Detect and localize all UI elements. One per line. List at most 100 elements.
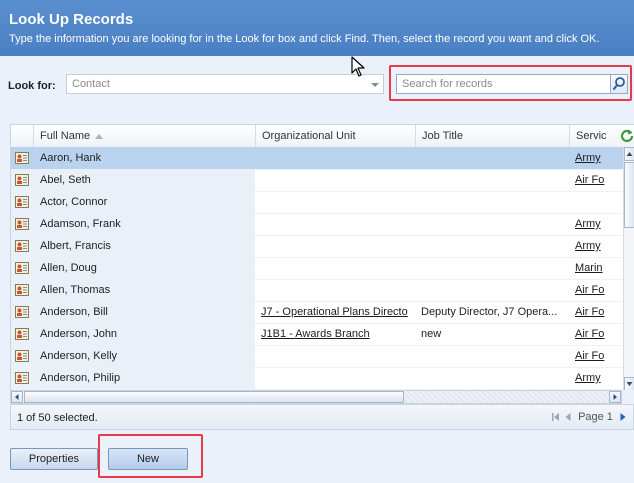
- cell-org-unit: [255, 235, 415, 257]
- search-button[interactable]: [610, 74, 628, 94]
- dialog-title: Look Up Records: [9, 11, 134, 28]
- table-row[interactable]: Allen, Doug Marin: [11, 257, 623, 280]
- table-row[interactable]: Anderson, Bill J7 - Operational Plans Dir…: [11, 301, 623, 324]
- column-header-full-name[interactable]: Full Name: [33, 125, 255, 147]
- table-row[interactable]: Anderson, Kelly Air Fo: [11, 345, 623, 368]
- row-icon-cell: [11, 169, 33, 191]
- cell-org-unit: [255, 279, 415, 301]
- row-icon-cell: [11, 191, 33, 213]
- cell-job-title: [415, 169, 569, 191]
- cell-full-name: Aaron, Hank: [33, 147, 255, 169]
- cell-job-title: [415, 345, 569, 367]
- scroll-left-button[interactable]: [11, 391, 23, 403]
- cell-job-title: [415, 213, 569, 235]
- table-row[interactable]: Actor, Connor: [11, 191, 623, 214]
- cell-service[interactable]: Army: [569, 147, 623, 169]
- cell-org-unit: [255, 345, 415, 367]
- chevron-down-icon: [626, 382, 633, 386]
- row-icon-cell: [11, 147, 33, 169]
- cell-org-unit: [255, 147, 415, 169]
- cell-full-name: Allen, Doug: [33, 257, 255, 279]
- column-header-service[interactable]: Servic: [569, 125, 621, 147]
- cell-service[interactable]: Air Fo: [569, 279, 623, 301]
- lookfor-select[interactable]: Contact: [66, 74, 384, 94]
- vertical-scrollbar[interactable]: [623, 147, 634, 390]
- cell-service[interactable]: Army: [569, 367, 623, 389]
- next-page-icon[interactable]: [619, 411, 627, 423]
- table-row[interactable]: Anderson, John J1B1 - Awards Branch new Air…: [11, 323, 623, 346]
- horizontal-scroll-thumb[interactable]: [24, 391, 404, 403]
- dialog-instructions: Type the information you are looking for…: [9, 33, 600, 45]
- chevron-down-icon[interactable]: [371, 83, 379, 87]
- column-header-org-unit[interactable]: Organizational Unit: [255, 125, 415, 147]
- cell-org-unit[interactable]: J7 - Operational Plans Directo: [255, 301, 415, 323]
- properties-button[interactable]: Properties: [10, 448, 98, 470]
- lookfor-value: Contact: [72, 78, 110, 90]
- prev-page-icon[interactable]: [564, 411, 572, 423]
- cell-org-unit: [255, 213, 415, 235]
- lookup-dialog: Look Up Records Type the information you…: [0, 0, 634, 483]
- horizontal-scroll-track[interactable]: [404, 391, 610, 403]
- cell-service[interactable]: Air Fo: [569, 169, 623, 191]
- selection-count: 1 of 50 selected.: [17, 412, 98, 424]
- cell-full-name: Albert, Francis: [33, 235, 255, 257]
- cell-org-unit: [255, 191, 415, 213]
- column-header-job-title[interactable]: Job Title: [415, 125, 569, 147]
- cell-service[interactable]: Army: [569, 213, 623, 235]
- cell-job-title: [415, 367, 569, 389]
- column-header-label: Full Name: [40, 130, 91, 142]
- status-bar: 1 of 50 selected. Page 1: [10, 404, 634, 430]
- refresh-icon[interactable]: [620, 128, 634, 142]
- cell-full-name: Anderson, John: [33, 323, 255, 345]
- table-row[interactable]: Abel, Seth Air Fo: [11, 169, 623, 192]
- table-row[interactable]: Adamson, Frank Army: [11, 213, 623, 236]
- row-icon-cell: [11, 257, 33, 279]
- cell-job-title: Deputy Director, J7 Opera...: [421, 306, 558, 318]
- cell-full-name: Allen, Thomas: [33, 279, 255, 301]
- contact-card-icon: [15, 240, 29, 252]
- records-grid: Full Name Organizational Unit Job Title …: [10, 124, 634, 390]
- table-row[interactable]: Albert, Francis Army: [11, 235, 623, 258]
- scroll-right-button[interactable]: [609, 391, 621, 403]
- cell-service[interactable]: Air Fo: [569, 345, 623, 367]
- cell-job-title: [415, 147, 569, 169]
- cell-service[interactable]: Air Fo: [569, 301, 623, 323]
- cell-full-name: Anderson, Bill: [33, 301, 255, 323]
- grid-header: Full Name Organizational Unit Job Title …: [11, 125, 634, 148]
- table-row[interactable]: Aaron, Hank Army: [11, 147, 623, 170]
- cell-job-title: [415, 235, 569, 257]
- cell-full-name: Adamson, Frank: [33, 213, 255, 235]
- contact-card-icon: [15, 196, 29, 208]
- cell-service[interactable]: Marin: [569, 257, 623, 279]
- row-icon-cell: [11, 323, 33, 345]
- search-input[interactable]: [396, 74, 611, 94]
- cell-full-name: Anderson, Philip: [33, 367, 255, 389]
- vertical-scroll-thumb[interactable]: [624, 162, 634, 228]
- new-highlight-annotation: [98, 434, 203, 478]
- horizontal-scrollbar[interactable]: [10, 390, 622, 404]
- contact-card-icon: [15, 284, 29, 296]
- chevron-right-icon: [613, 394, 617, 400]
- cell-org-unit[interactable]: J1B1 - Awards Branch: [255, 323, 415, 345]
- cell-service[interactable]: Army: [569, 235, 623, 257]
- cell-org-unit: [255, 367, 415, 389]
- table-row[interactable]: Anderson, Philip Army: [11, 367, 623, 390]
- contact-card-icon: [15, 218, 29, 230]
- row-icon-cell: [11, 301, 33, 323]
- cell-job-title: [415, 279, 569, 301]
- contact-card-icon: [15, 174, 29, 186]
- cell-service[interactable]: Air Fo: [569, 323, 623, 345]
- sort-ascending-icon: [95, 133, 104, 139]
- cell-service: [569, 191, 623, 213]
- contact-card-icon: [15, 372, 29, 384]
- contact-card-icon: [15, 262, 29, 274]
- cell-job-title: new: [421, 328, 442, 340]
- row-icon-cell: [11, 345, 33, 367]
- table-row[interactable]: Allen, Thomas Air Fo: [11, 279, 623, 302]
- scroll-up-button[interactable]: [624, 147, 634, 161]
- cell-full-name: Abel, Seth: [33, 169, 255, 191]
- row-icon-cell: [11, 235, 33, 257]
- scroll-down-button[interactable]: [624, 377, 634, 390]
- cell-job-title: [415, 257, 569, 279]
- first-page-icon[interactable]: [551, 411, 561, 423]
